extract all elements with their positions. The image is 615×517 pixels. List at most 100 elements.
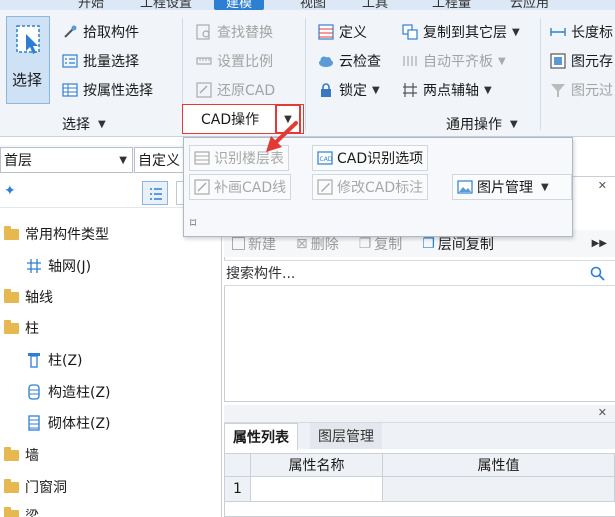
find-replace-icon [196,24,210,40]
folder-icon [4,288,19,303]
column-header-value: 属性值 [382,453,615,477]
cloud-check-icon [319,56,333,67]
folder-icon [4,446,19,461]
select-group-label[interactable]: 选择 ▼ [62,114,106,134]
length-mark-button[interactable]: 长度标 [550,22,613,42]
copy-to-other-layer-button[interactable]: 复制到其它层 ▼ [402,22,520,42]
attribute-select-label: 按属性选择 [83,83,153,99]
tab-view[interactable]: 视图 [300,0,326,10]
tab-modeling[interactable]: 建模 [214,0,265,10]
lock-button[interactable]: 锁定 ▼ [318,80,380,100]
list-view-icon [150,188,162,200]
table-row-name-cell[interactable] [250,476,383,502]
ribbon: 选择 拾取构件 批量选择 按属性选择 选择 ▼ 查找替换 设置比例 还原CAD … [0,10,615,137]
floor-select[interactable]: 首层 ▼ [0,147,133,173]
chevron-down-icon: ▼ [119,154,127,166]
tree-folder-common-types[interactable]: 常用构件类型 [4,223,109,245]
element-exists-label: 图元存 [571,54,613,70]
image-manage-button[interactable]: 图片管理 ▼ [452,174,572,200]
close-icon[interactable]: ✕ [598,406,607,419]
filter-icon [551,84,565,97]
tree-folder-column[interactable]: 柱 [4,317,39,339]
tab-quantity[interactable]: 工程量 [432,0,471,10]
new-icon [232,237,245,250]
layer-copy-icon: ❐ [422,235,435,252]
tree-folder-wall[interactable]: 墙 [4,444,39,466]
set-scale-button[interactable]: 设置比例 [196,51,273,71]
batch-select-button[interactable]: 批量选择 [62,51,139,71]
search-placeholder: 搜索构件... [226,266,296,282]
define-button[interactable]: 定义 [318,22,367,42]
tree-label: 轴线 [25,290,53,306]
modify-note-icon [317,179,333,195]
copy-icon: ❐ [358,235,372,252]
tree-item-constructional-column[interactable]: 构造柱(Z) [26,381,111,403]
tree-label: 梁 [25,509,39,517]
pick-component-label: 拾取构件 [83,25,139,41]
pin-icon[interactable]: ⌑ [190,216,196,230]
more-chevron-icon[interactable]: ▶▶ [592,238,607,249]
find-replace-button[interactable]: 查找替换 [196,22,273,42]
pick-wand-icon [64,25,77,38]
element-filter-button[interactable]: 图元过 [550,80,613,100]
batch-select-label: 批量选择 [83,54,139,70]
select-button[interactable]: 选择 [6,16,50,104]
tree-folder-door-window[interactable]: 门窗洞 [4,476,67,498]
tab-project-settings[interactable]: 工程设置 [140,0,192,10]
svg-text:CAD: CAD [320,156,333,163]
image-icon [457,180,473,194]
close-icon[interactable]: ✕ [598,179,607,192]
add-sparkle-icon[interactable]: ✦ [4,183,16,199]
modify-cad-note-button[interactable]: 修改CAD标注 [312,174,429,200]
length-mark-icon [550,28,566,36]
auto-align-slab-button[interactable]: 自动平齐板 ▼ [402,51,506,71]
table-row-value-cell[interactable] [382,476,615,502]
component-tree: 常用构件类型 轴网(J) 轴线 柱 柱(Z) 构造柱(Z) 砌体柱(Z) 墙 门… [0,210,222,517]
search-icon[interactable] [590,266,605,281]
list-view-button[interactable] [142,181,168,205]
property-panel-header: ✕ [224,405,615,423]
define-table-icon [318,24,334,40]
auto-align-icon [403,56,417,66]
tab-cloud[interactable]: 云应用 [510,0,549,10]
folder-icon [4,478,19,493]
lock-icon [321,83,331,97]
two-point-axis-button[interactable]: 两点辅轴 ▼ [402,80,492,100]
tab-layer-management-label: 图层管理 [318,429,374,445]
restore-cad-icon [196,82,212,98]
tree-label: 门窗洞 [25,480,67,496]
tree-folder-axis-line[interactable]: 轴线 [4,286,53,308]
tree-item-masonry-column[interactable]: 砌体柱(Z) [26,412,111,434]
column-header-value-label: 属性值 [477,458,520,474]
chevron-down-icon: ▼ [510,118,518,130]
redraw-cad-line-button[interactable]: 补画CAD线 [189,174,292,200]
tab-tools[interactable]: 工具 [362,0,388,10]
length-mark-label: 长度标 [571,25,613,41]
element-exists-button[interactable]: 图元存 [550,51,613,71]
tab-property-list[interactable]: 属性列表 [224,423,298,450]
property-tabs: 属性列表 图层管理 [224,423,615,450]
column-header-name: 属性名称 [250,453,383,477]
common-operation-group-label[interactable]: 通用操作 ▼ [446,114,518,134]
two-point-axis-icon [403,83,417,97]
tree-item-column-z[interactable]: 柱(Z) [26,349,83,371]
tree-item-axis-grid[interactable]: 轴网(J) [26,255,91,277]
pick-component-button[interactable]: 拾取构件 [62,22,139,42]
tree-folder-beam[interactable]: 梁 [4,506,39,517]
tab-start[interactable]: 开始 [78,0,104,10]
row-number: 1 [224,476,251,502]
image-manage-label: 图片管理 [477,180,533,196]
custom-select-value: 自定义 [138,153,180,169]
attribute-select-button[interactable]: 按属性选择 [62,80,153,100]
identify-floor-icon [194,151,210,165]
cad-identify-options-button[interactable]: CAD CAD识别选项 [312,145,429,171]
tree-label: 常用构件类型 [25,227,109,243]
folder-icon [4,319,19,334]
delete-icon: ⊠ [296,235,308,252]
chevron-down-icon: ▼ [484,84,492,96]
restore-cad-button[interactable]: 还原CAD [196,80,275,100]
search-component-input[interactable]: 搜索构件... [224,260,615,286]
copy-to-other-layer-label: 复制到其它层 [423,25,507,41]
cloud-check-button[interactable]: 云检查 [318,51,381,71]
tab-layer-management[interactable]: 图层管理 [310,423,382,449]
